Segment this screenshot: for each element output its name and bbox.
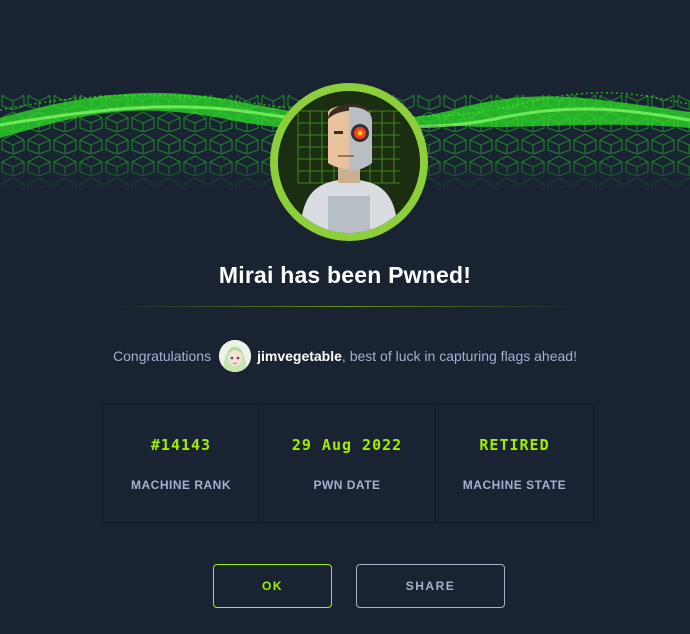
title-divider [112,306,578,307]
ok-button[interactable]: OK [213,564,332,608]
cyborg-icon [278,91,420,233]
machine-avatar [270,83,428,241]
pwned-modal: Mirai has been Pwned! Congratulations ji… [0,0,690,634]
stats-panel: #14143 MACHINE RANK 29 Aug 2022 PWN DATE… [103,404,594,523]
user-avatar[interactable] [219,340,252,372]
congrats-suffix: , best of luck in capturing flags ahead! [341,348,577,364]
share-button[interactable]: SHARE [356,564,505,608]
congratulations-message: Congratulations jimvegetable , best of l… [0,339,690,373]
stat-pwn-date: 29 Aug 2022 PWN DATE [259,405,436,522]
stat-machine-rank: #14143 MACHINE RANK [104,405,259,522]
modal-title: Mirai has been Pwned! [218,262,472,288]
stat-label: PWN DATE [313,478,381,492]
stat-value: 29 Aug 2022 [291,436,403,454]
stat-label: MACHINE RANK [131,478,231,492]
anime-user-avatar-icon [219,340,252,372]
stat-label: MACHINE STATE [462,478,567,492]
congrats-prefix: Congratulations [113,348,212,364]
username[interactable]: jimvegetable [257,348,342,364]
stat-value: #14143 [150,436,212,454]
stat-machine-state: RETIRED MACHINE STATE [436,405,593,522]
stat-value: RETIRED [479,436,550,454]
